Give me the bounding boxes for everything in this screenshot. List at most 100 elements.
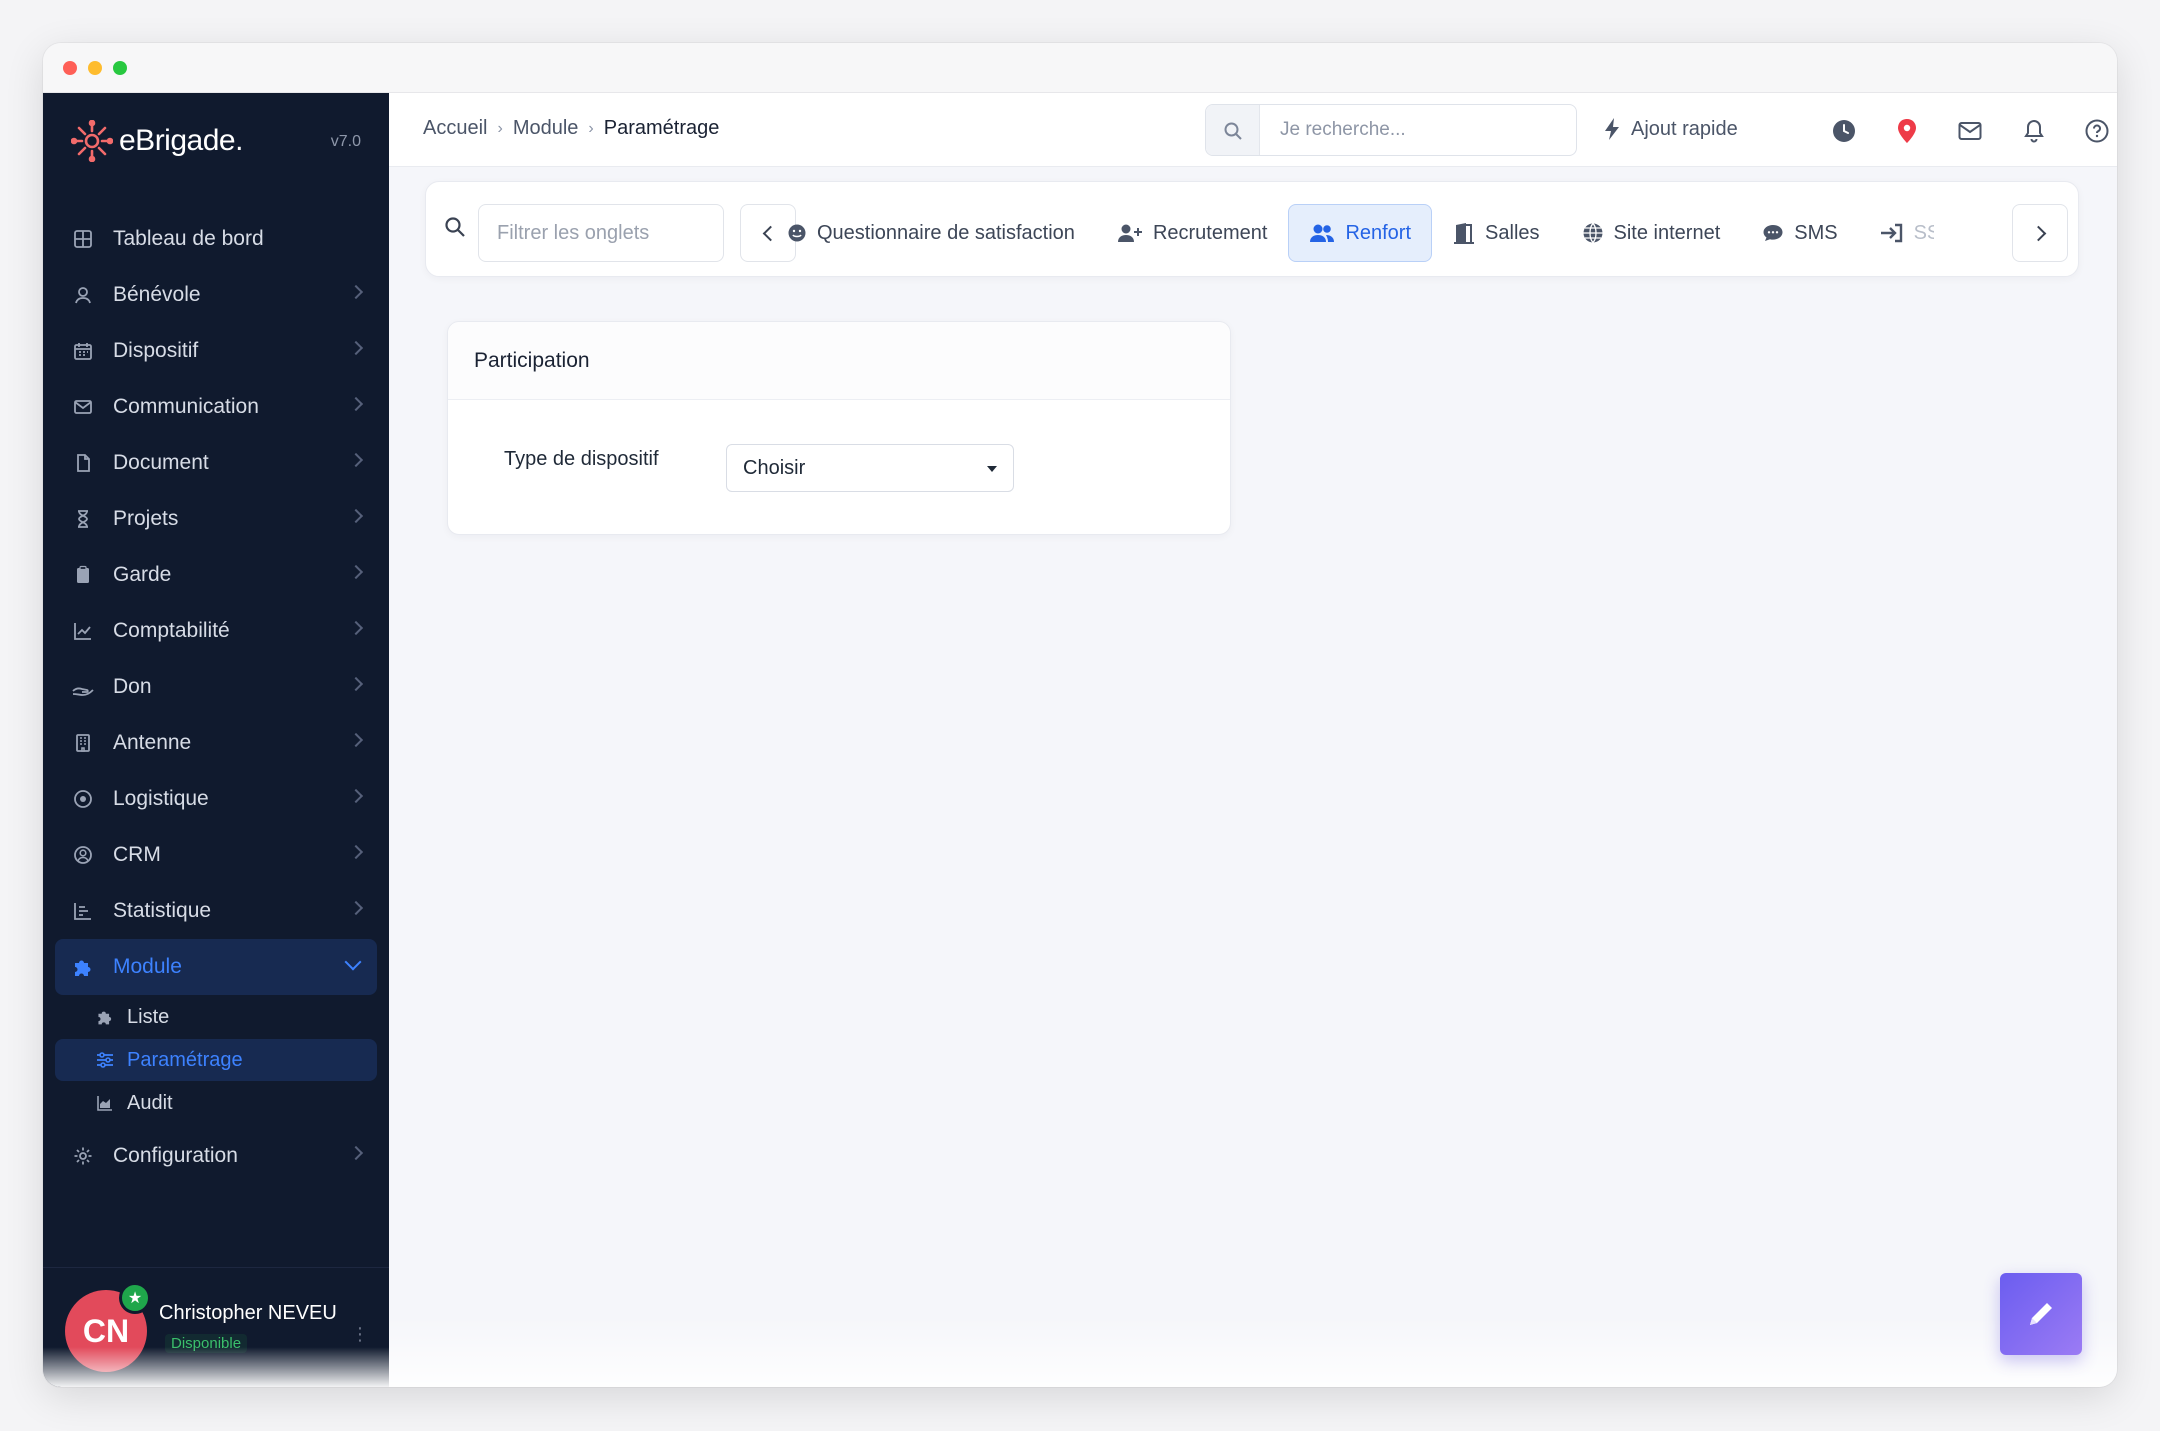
sidebar-subitem-parametrage[interactable]: Paramétrage [55,1039,377,1081]
hand-icon [71,675,95,699]
map-pin-icon[interactable] [1894,118,1920,144]
quick-add-label: Ajout rapide [1631,117,1738,140]
sidebar-subitem-audit[interactable]: Audit [55,1082,377,1124]
building-icon [71,731,95,755]
chevron-right-icon [348,452,364,468]
user-profile[interactable]: CN ★ Christopher NEVEU Disponible ⋮ [43,1267,389,1387]
sidebar-subitem-liste[interactable]: Liste [55,996,377,1038]
help-icon[interactable] [2084,118,2110,144]
dashboard-icon [71,227,95,251]
search-input[interactable] [1260,105,1576,155]
close-window-button[interactable] [63,61,77,75]
sidebar-item-label: Document [113,451,209,474]
sidebar-subitem-label: Liste [127,1005,170,1028]
smile-icon [787,223,807,243]
breadcrumb-module[interactable]: Module [513,117,579,140]
circle-dot-icon [71,787,95,811]
global-search [1205,104,1577,156]
chevron-right-icon [348,1145,364,1161]
tab-label: Recrutement [1152,221,1268,244]
brand-logo-icon [71,120,113,162]
clipboard-icon [71,563,95,587]
chevron-right-icon [348,788,364,804]
tab-label: Salles [1485,221,1540,244]
sidebar-item-benevole[interactable]: Bénévole [55,267,377,323]
type-de-dispositif-select[interactable]: Choisir [726,444,1014,492]
sidebar-item-module[interactable]: Module [55,939,377,995]
sidebar-item-label: Don [113,675,152,698]
sidebar-item-crm[interactable]: CRM [55,827,377,883]
sidebar-item-label: Tableau de bord [113,227,264,250]
sidebar-item-comptabilite[interactable]: Comptabilité [55,603,377,659]
user-status-badge: Disponible [165,1334,248,1353]
chevron-left-icon [762,225,778,241]
user-name: Christopher NEVEU [159,1302,337,1324]
breadcrumb: Accueil › Module › Paramétrage [423,117,719,140]
caret-down-icon [987,466,997,472]
sidebar-item-configuration[interactable]: Configuration [55,1128,377,1184]
chevron-right-icon [348,900,364,916]
tab-recrutement[interactable]: Recrutement [1096,204,1289,262]
bell-icon[interactable] [2021,118,2047,144]
chevron-right-icon [348,844,364,860]
mail-icon [71,395,95,419]
sidebar-item-don[interactable]: Don [55,659,377,715]
search-icon [444,216,466,243]
chevron-down-icon [344,953,362,971]
tab-questionnaire-de-satisfaction[interactable]: Questionnaire de satisfaction [786,204,1096,262]
search-icon [1206,105,1260,155]
sidebar-item-logistique[interactable]: Logistique [55,771,377,827]
app-version: v7.0 [330,133,361,150]
panel-title: Participation [448,322,1230,400]
bar-chart-icon [71,899,95,923]
sidebar-item-document[interactable]: Document [55,435,377,491]
maximize-window-button[interactable] [113,61,127,75]
pencil-icon [2030,1303,2052,1325]
tab-label: SMS [1794,221,1838,244]
chevron-right-icon [348,508,364,524]
sliders-icon [95,1050,115,1070]
sidebar-item-label: Logistique [113,787,209,810]
sidebar-subitem-label: Audit [127,1091,173,1114]
breadcrumb-current: Paramétrage [603,117,720,139]
sidebar-item-communication[interactable]: Communication [55,379,377,435]
brand[interactable]: eBrigade. [71,117,243,165]
clock-icon[interactable] [1831,118,1857,144]
more-vertical-icon[interactable]: ⋮ [351,1324,369,1345]
sidebar-item-statistique[interactable]: Statistique [55,883,377,939]
minimize-window-button[interactable] [88,61,102,75]
tab-label: SSO [1913,221,1934,244]
tab-sso[interactable]: SSO [1859,204,1934,262]
gear-icon [71,1144,95,1168]
chevron-right-icon [348,564,364,580]
users-icon [1309,223,1335,243]
tab-label: Renfort [1345,221,1412,244]
sidebar-item-projets[interactable]: Projets [55,491,377,547]
tab-sms[interactable]: SMS [1741,204,1858,262]
bolt-icon [1603,117,1621,141]
sidebar-item-dispositif[interactable]: Dispositif [55,323,377,379]
sidebar-item-garde[interactable]: Garde [55,547,377,603]
tab-salles[interactable]: Salles [1432,204,1560,262]
title-bar [43,43,2117,93]
sidebar-item-antenne[interactable]: Antenne [55,715,377,771]
user-plus-icon [1117,223,1143,243]
breadcrumb-separator: › [588,119,594,137]
document-icon [71,451,95,475]
chevron-right-icon [2030,225,2046,241]
sidebar-item-label: Antenne [113,731,192,754]
tabs-filter-input[interactable] [478,204,724,262]
sidebar-item-tableau-de-bord[interactable]: Tableau de bord [55,211,377,267]
tabs-scroll-right-button[interactable] [2012,204,2068,262]
calendar-icon [71,339,95,363]
sidebar-item-label: Module [113,955,182,978]
tab-site-internet[interactable]: Site internet [1561,204,1742,262]
chevron-right-icon [348,620,364,636]
sidebar-item-label: Dispositif [113,339,199,362]
quick-add-button[interactable]: Ajout rapide [1603,117,1738,141]
breadcrumb-accueil[interactable]: Accueil [423,117,487,140]
edit-floating-button[interactable] [2000,1273,2082,1355]
breadcrumb-separator: › [497,119,503,137]
mail-icon[interactable] [1957,118,1983,144]
tab-renfort[interactable]: Renfort [1288,204,1433,262]
